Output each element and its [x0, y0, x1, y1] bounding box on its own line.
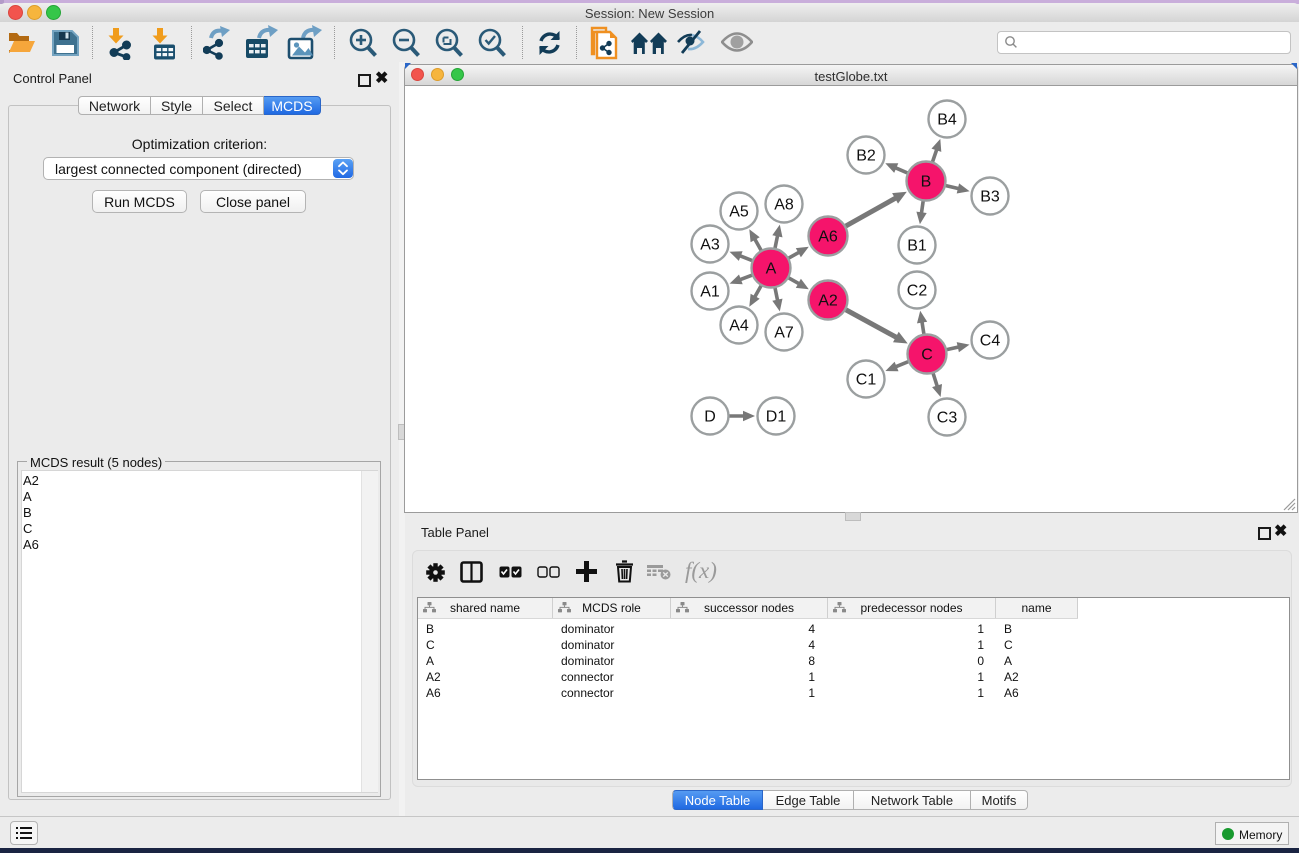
svg-text:C2: C2 — [907, 283, 928, 300]
svg-text:C4: C4 — [980, 333, 1001, 350]
svg-text:A6: A6 — [818, 229, 838, 246]
svg-text:A1: A1 — [700, 284, 720, 301]
svg-text:B: B — [921, 174, 932, 191]
svg-text:C1: C1 — [856, 372, 877, 389]
svg-text:B4: B4 — [937, 112, 957, 129]
svg-text:A7: A7 — [774, 325, 794, 342]
svg-text:A: A — [766, 261, 777, 278]
svg-text:C: C — [921, 347, 933, 364]
svg-text:A5: A5 — [729, 204, 749, 221]
svg-text:B3: B3 — [980, 189, 1000, 206]
svg-text:B1: B1 — [907, 238, 927, 255]
svg-text:A3: A3 — [700, 237, 720, 254]
svg-text:A2: A2 — [818, 293, 838, 310]
svg-text:A4: A4 — [729, 318, 749, 335]
svg-text:D1: D1 — [766, 409, 787, 426]
svg-text:B2: B2 — [856, 148, 876, 165]
svg-text:D: D — [704, 409, 716, 426]
svg-text:A8: A8 — [774, 197, 794, 214]
svg-text:C3: C3 — [937, 410, 958, 427]
